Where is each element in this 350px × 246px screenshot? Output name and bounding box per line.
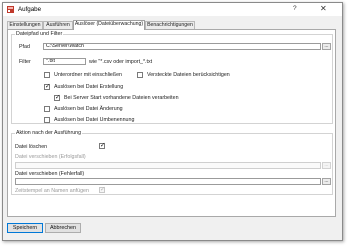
tab-ausfuehren[interactable]: Ausführen — [43, 21, 73, 29]
move-error-browse-button[interactable]: ... — [322, 178, 331, 185]
after-execution-legend: Aktion nach der Ausführung — [15, 130, 83, 136]
tab-ausloeser[interactable]: Auslöser (Dateiüberwachung) — [73, 20, 145, 30]
trigger-on-change-checkbox[interactable] — [44, 106, 50, 112]
include-subfolders-checkbox[interactable] — [44, 72, 50, 78]
window-title: Aufgabe — [18, 6, 42, 13]
move-error-input[interactable] — [15, 178, 321, 185]
trigger-on-create-label: Auslösen bei Datei Erstellung — [54, 84, 124, 90]
close-icon[interactable]: ✕ — [320, 4, 327, 13]
move-success-browse-button[interactable]: ... — [322, 162, 331, 169]
file-path-filter-group: Dateipfad und Filter Pfad C:\Server\Watc… — [11, 31, 333, 124]
save-button[interactable]: Speichern — [7, 223, 43, 233]
process-on-start-label: Bei Server Start vorhandene Dateien vera… — [64, 95, 179, 101]
process-on-start-checkbox[interactable]: ✓ — [54, 94, 61, 101]
hidden-files-label: Versteckte Dateien berücksichtigen — [147, 72, 230, 78]
path-label: Pfad — [19, 44, 30, 50]
delete-file-label: Datei löschen — [15, 144, 48, 150]
check-icon: ✓ — [55, 94, 61, 101]
file-path-filter-legend: Dateipfad und Filter — [15, 31, 64, 37]
trigger-on-change-label: Auslösen bei Datei Änderung — [54, 106, 123, 112]
timestamp-checkbox[interactable]: ✓ — [99, 186, 106, 193]
trigger-on-rename-label: Auslösen bei Datei Umbenennung — [54, 117, 135, 123]
app-icon — [7, 6, 14, 13]
path-input[interactable]: C:\Server\Watch — [43, 43, 321, 50]
trigger-on-rename-checkbox[interactable] — [44, 117, 50, 123]
move-success-label: Datei verschieben (Erfolgsfall) — [15, 154, 86, 160]
move-success-input[interactable] — [15, 162, 321, 169]
include-subfolders-label: Unterordner mit einschließen — [54, 72, 123, 78]
path-browse-button[interactable]: ... — [322, 43, 331, 50]
timestamp-label: Zeitstempel an Namen anfügen — [15, 188, 89, 194]
filter-label: Filter — [19, 59, 31, 65]
tab-panel-ausloeser: Dateipfad und Filter Pfad C:\Server\Watc… — [7, 29, 336, 217]
after-execution-group: Aktion nach der Ausführung Datei löschen… — [11, 130, 333, 195]
check-icon: ✓ — [100, 142, 106, 149]
delete-file-checkbox[interactable]: ✓ — [99, 142, 106, 149]
tab-einstellungen[interactable]: Einstellungen — [7, 21, 43, 29]
hidden-files-checkbox[interactable] — [137, 72, 143, 78]
help-button[interactable]: ? — [293, 5, 297, 12]
move-error-label: Datei verschieben (Fehlerfall) — [15, 171, 85, 177]
filter-hint: wie "*.csv oder import_*.txt — [89, 59, 153, 65]
dialog-window: Aufgabe ? ✕ Einstellungen Ausführen Ausl… — [2, 2, 343, 241]
check-icon: ✓ — [45, 83, 51, 90]
cancel-button[interactable]: Abbrechen — [45, 223, 81, 233]
title-bar: Aufgabe ? ✕ — [3, 3, 342, 16]
filter-input[interactable]: *.txt — [43, 58, 86, 65]
tab-benachrichtigungen[interactable]: Benachrichtigungen — [145, 21, 195, 29]
check-icon: ✓ — [100, 186, 106, 193]
trigger-on-create-checkbox[interactable]: ✓ — [44, 83, 51, 90]
